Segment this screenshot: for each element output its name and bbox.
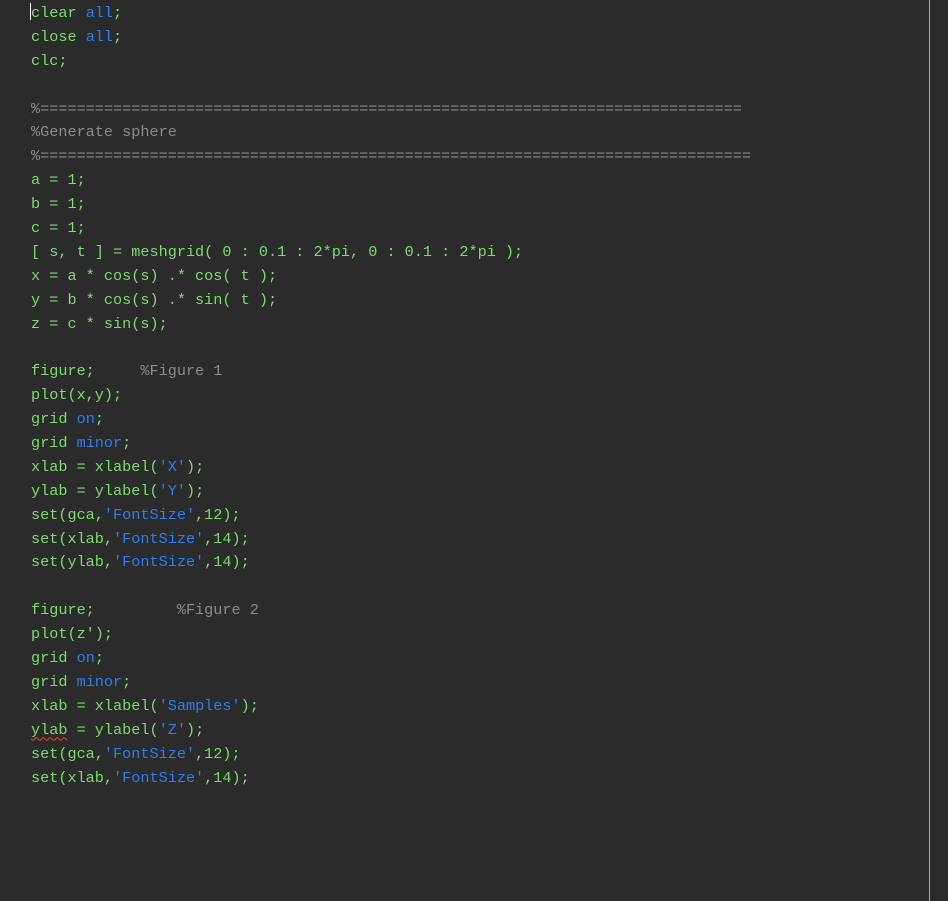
- string-token: 'FontSize': [103, 505, 196, 524]
- code-token: ;: [122, 672, 132, 691]
- code-line[interactable]: z = c * sin(s);: [31, 313, 948, 337]
- code-token: grid: [31, 649, 77, 668]
- code-token: ;: [122, 434, 132, 453]
- code-line[interactable]: figure; %Figure 2: [31, 599, 948, 623]
- code-token: ,12);: [195, 505, 241, 524]
- code-line[interactable]: figure; %Figure 1: [31, 360, 948, 384]
- code-line[interactable]: set(ylab,'FontSize',14);: [31, 551, 948, 575]
- error-underlined-token: ylab: [31, 720, 68, 739]
- code-token: ;: [94, 410, 104, 429]
- string-token: 'Z': [158, 720, 186, 739]
- string-token: 'FontSize': [103, 744, 196, 763]
- code-token: ylab = ylabel(: [31, 481, 159, 500]
- code-token: figure;: [31, 362, 141, 381]
- comment-token: %=======================================…: [31, 147, 752, 166]
- code-token: xlab = xlabel(: [31, 696, 159, 715]
- comment-token: %=======================================…: [31, 99, 742, 118]
- code-line[interactable]: %=======================================…: [31, 145, 948, 169]
- code-line[interactable]: grid minor;: [31, 432, 948, 456]
- code-area[interactable]: clear all; close all; clc; %==============…: [31, 2, 948, 790]
- code-token: set(xlab,: [31, 529, 114, 548]
- code-token: b = 1;: [31, 195, 86, 214]
- code-line[interactable]: close all;: [31, 26, 948, 50]
- code-line[interactable]: set(xlab,'FontSize',14);: [31, 767, 948, 791]
- code-token: ,12);: [195, 744, 241, 763]
- code-line[interactable]: [31, 575, 948, 599]
- code-line[interactable]: clc;: [31, 50, 948, 74]
- code-line[interactable]: set(gca,'FontSize',12);: [31, 743, 948, 767]
- code-line[interactable]: a = 1;: [31, 169, 948, 193]
- code-line[interactable]: grid on;: [31, 647, 948, 671]
- string-token: 'Y': [158, 481, 186, 500]
- code-token: );: [185, 481, 205, 500]
- code-token: ;: [113, 4, 123, 22]
- keyword-token: minor: [76, 434, 123, 453]
- code-line[interactable]: [31, 74, 948, 98]
- code-line[interactable]: plot(z');: [31, 623, 948, 647]
- code-line[interactable]: xlab = xlabel('Samples');: [31, 695, 948, 719]
- code-token: close: [31, 27, 86, 46]
- code-token: clear: [31, 4, 86, 22]
- comment-token: %Generate sphere: [31, 123, 177, 142]
- code-token: );: [185, 720, 205, 739]
- code-line[interactable]: y = b * cos(s) .* sin( t );: [31, 289, 948, 313]
- code-token: grid: [31, 434, 77, 453]
- keyword-token: on: [76, 410, 95, 429]
- code-token: clc;: [31, 51, 68, 70]
- string-token: 'FontSize': [113, 529, 205, 548]
- code-line[interactable]: x = a * cos(s) .* cos( t );: [31, 265, 948, 289]
- code-token: y = b * cos(s) .* sin( t );: [31, 290, 278, 309]
- code-token: a = 1;: [31, 171, 86, 190]
- code-token: );: [185, 457, 205, 476]
- code-line[interactable]: plot(x,y);: [31, 384, 948, 408]
- code-line[interactable]: [31, 336, 948, 360]
- code-line[interactable]: xlab = xlabel('X');: [31, 456, 948, 480]
- code-line[interactable]: ylab = ylabel('Z');: [31, 719, 948, 743]
- code-token: set(gca,: [31, 505, 104, 524]
- code-token: plot(x,y);: [31, 386, 123, 405]
- keyword-token: all: [85, 4, 114, 22]
- code-token: z = c * sin(s);: [31, 314, 168, 333]
- code-line[interactable]: set(xlab,'FontSize',14);: [31, 528, 948, 552]
- code-token: set(gca,: [31, 744, 104, 763]
- code-token: ;: [113, 27, 123, 46]
- code-token: grid: [31, 410, 77, 429]
- string-token: 'FontSize': [113, 768, 205, 787]
- code-token: ;: [94, 649, 104, 668]
- code-line[interactable]: grid minor;: [31, 671, 948, 695]
- code-line[interactable]: %Generate sphere: [31, 121, 948, 145]
- code-token: set(xlab,: [31, 768, 114, 787]
- code-token: grid: [31, 672, 77, 691]
- code-token: x = a * cos(s) .* cos( t );: [31, 266, 278, 285]
- code-token: figure;: [31, 601, 177, 620]
- comment-token: %Figure 1: [140, 362, 223, 381]
- code-line[interactable]: clear all;: [31, 2, 948, 26]
- code-line[interactable]: c = 1;: [31, 217, 948, 241]
- code-token: c = 1;: [31, 219, 86, 238]
- code-token: );: [240, 696, 259, 715]
- code-token: plot(z');: [31, 625, 114, 644]
- code-token: xlab = xlabel(: [31, 457, 159, 476]
- code-editor[interactable]: clear all; close all; clc; %==============…: [0, 0, 948, 901]
- keyword-token: on: [76, 649, 95, 668]
- string-token: 'FontSize': [113, 553, 205, 572]
- code-token: = ylabel(: [67, 720, 159, 739]
- code-line[interactable]: grid on;: [31, 408, 948, 432]
- keyword-token: minor: [76, 672, 123, 691]
- code-token: set(ylab,: [31, 553, 114, 572]
- string-token: 'Samples': [158, 696, 241, 715]
- string-token: 'X': [158, 457, 186, 476]
- code-line[interactable]: set(gca,'FontSize',12);: [31, 504, 948, 528]
- code-token: ,14);: [204, 529, 250, 548]
- code-line[interactable]: %=======================================…: [31, 98, 948, 122]
- code-line[interactable]: b = 1;: [31, 193, 948, 217]
- code-line[interactable]: [ s, t ] = meshgrid( 0 : 0.1 : 2*pi, 0 :…: [31, 241, 948, 265]
- keyword-token: all: [85, 27, 114, 46]
- comment-token: %Figure 2: [176, 601, 259, 620]
- code-line[interactable]: ylab = ylabel('Y');: [31, 480, 948, 504]
- code-token: ,14);: [204, 553, 250, 572]
- code-token: [ s, t ] = meshgrid( 0 : 0.1 : 2*pi, 0 :…: [31, 242, 524, 261]
- code-token: ,14);: [204, 768, 250, 787]
